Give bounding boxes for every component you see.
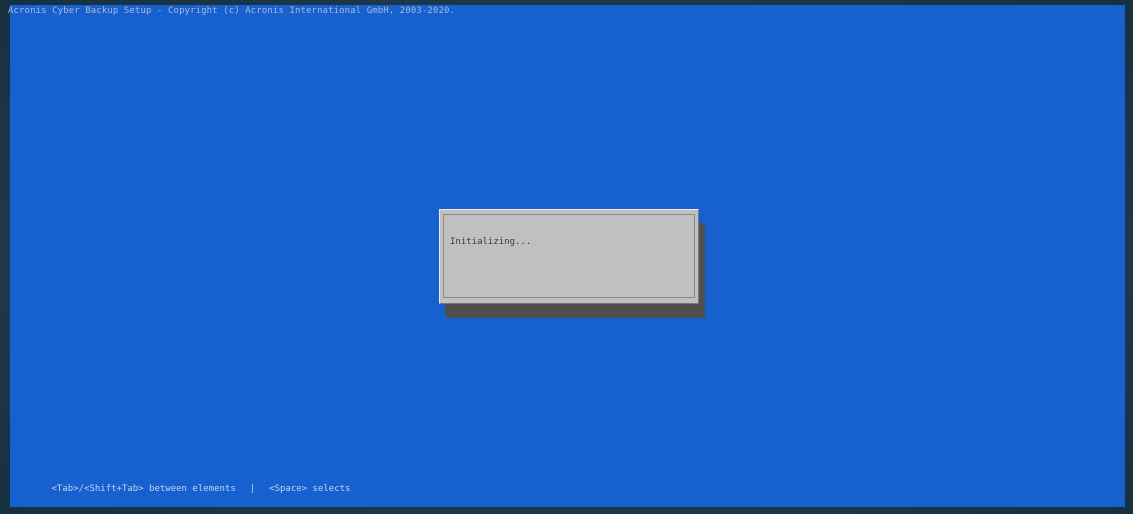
navigation-hint: <Tab>/<Shift+Tab> between elements (51, 484, 236, 494)
console-screen: Acronis Cyber Backup Setup - Copyright (… (8, 5, 1125, 507)
keyboard-hints: <Tab>/<Shift+Tab> between elements | <Spac… (19, 474, 351, 504)
select-hint: <Space> selects (269, 484, 351, 494)
hint-separator: | (249, 484, 256, 494)
progress-dialog: Initializing... (439, 209, 699, 304)
monitor-frame: Acronis Cyber Backup Setup - Copyright (… (0, 0, 1133, 514)
initializing-message: Initializing... (450, 237, 532, 247)
setup-title: Acronis Cyber Backup Setup - Copyright (… (8, 6, 455, 16)
dialog-border: Initializing... (443, 214, 695, 298)
